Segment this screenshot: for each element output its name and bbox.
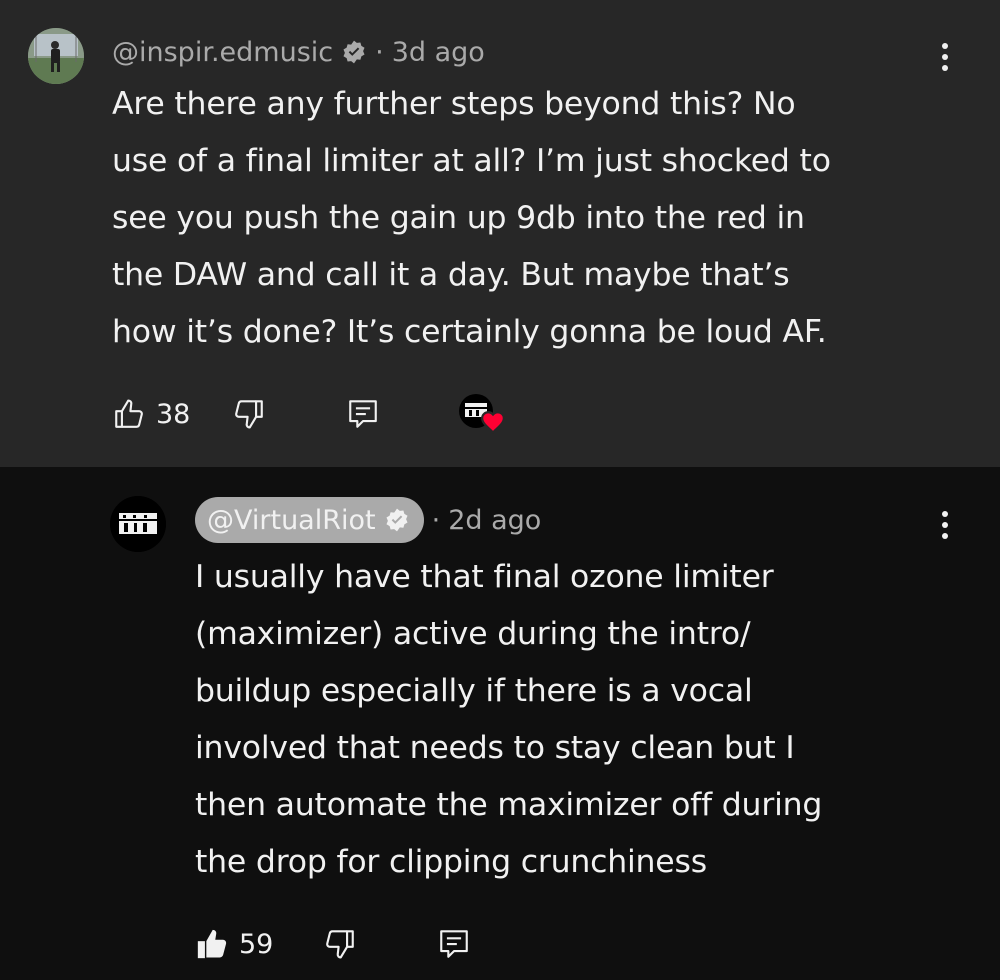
dislike-button[interactable] bbox=[323, 927, 357, 961]
like-button[interactable]: 38 bbox=[112, 397, 190, 431]
comment-actions: 59 bbox=[195, 922, 471, 966]
comment-author: @VirtualRiot bbox=[207, 504, 376, 536]
dislike-button[interactable] bbox=[232, 397, 266, 431]
like-icon-filled bbox=[195, 927, 229, 961]
comment-text: Are there any further steps beyond this?… bbox=[112, 86, 831, 350]
reply-button[interactable] bbox=[346, 397, 380, 431]
creator-avatar[interactable] bbox=[110, 496, 166, 552]
comment-reply: @VirtualRiot · 2d ago I usually have tha… bbox=[0, 467, 1000, 980]
user-avatar[interactable] bbox=[28, 28, 84, 84]
comment-actions: 38 bbox=[112, 392, 510, 436]
like-count: 38 bbox=[156, 398, 191, 430]
meta-separator: · bbox=[375, 36, 384, 68]
comment-time[interactable]: 3d ago bbox=[392, 37, 485, 68]
comment-text: I usually have that final ozone limiter … bbox=[195, 559, 823, 880]
verified-icon bbox=[384, 507, 410, 533]
more-icon[interactable] bbox=[935, 505, 955, 545]
reply-icon bbox=[437, 927, 471, 961]
creator-heart[interactable] bbox=[458, 392, 510, 436]
reply-icon bbox=[346, 397, 380, 431]
comment-time[interactable]: 2d ago bbox=[448, 505, 541, 536]
creator-heart-icon bbox=[481, 411, 506, 434]
like-count: 59 bbox=[239, 928, 274, 960]
virtual-riot-logo bbox=[110, 496, 166, 552]
dislike-icon bbox=[232, 397, 266, 431]
meta-separator: · bbox=[431, 504, 441, 536]
like-icon bbox=[112, 397, 146, 431]
comment-meta: @VirtualRiot · 2d ago bbox=[195, 497, 541, 543]
more-icon[interactable] bbox=[935, 37, 955, 77]
like-button[interactable]: 59 bbox=[195, 927, 273, 961]
comment-author[interactable]: @inspir.edmusic bbox=[112, 37, 333, 68]
verified-icon bbox=[341, 39, 367, 65]
creator-handle-badge[interactable]: @VirtualRiot bbox=[195, 497, 424, 543]
comment-meta: @inspir.edmusic · 3d ago bbox=[112, 30, 485, 74]
reply-button[interactable] bbox=[437, 927, 471, 961]
avatar-photo bbox=[28, 28, 84, 84]
comment-top: @inspir.edmusic · 3d ago Are there any f… bbox=[0, 0, 1000, 467]
dislike-icon bbox=[323, 927, 357, 961]
